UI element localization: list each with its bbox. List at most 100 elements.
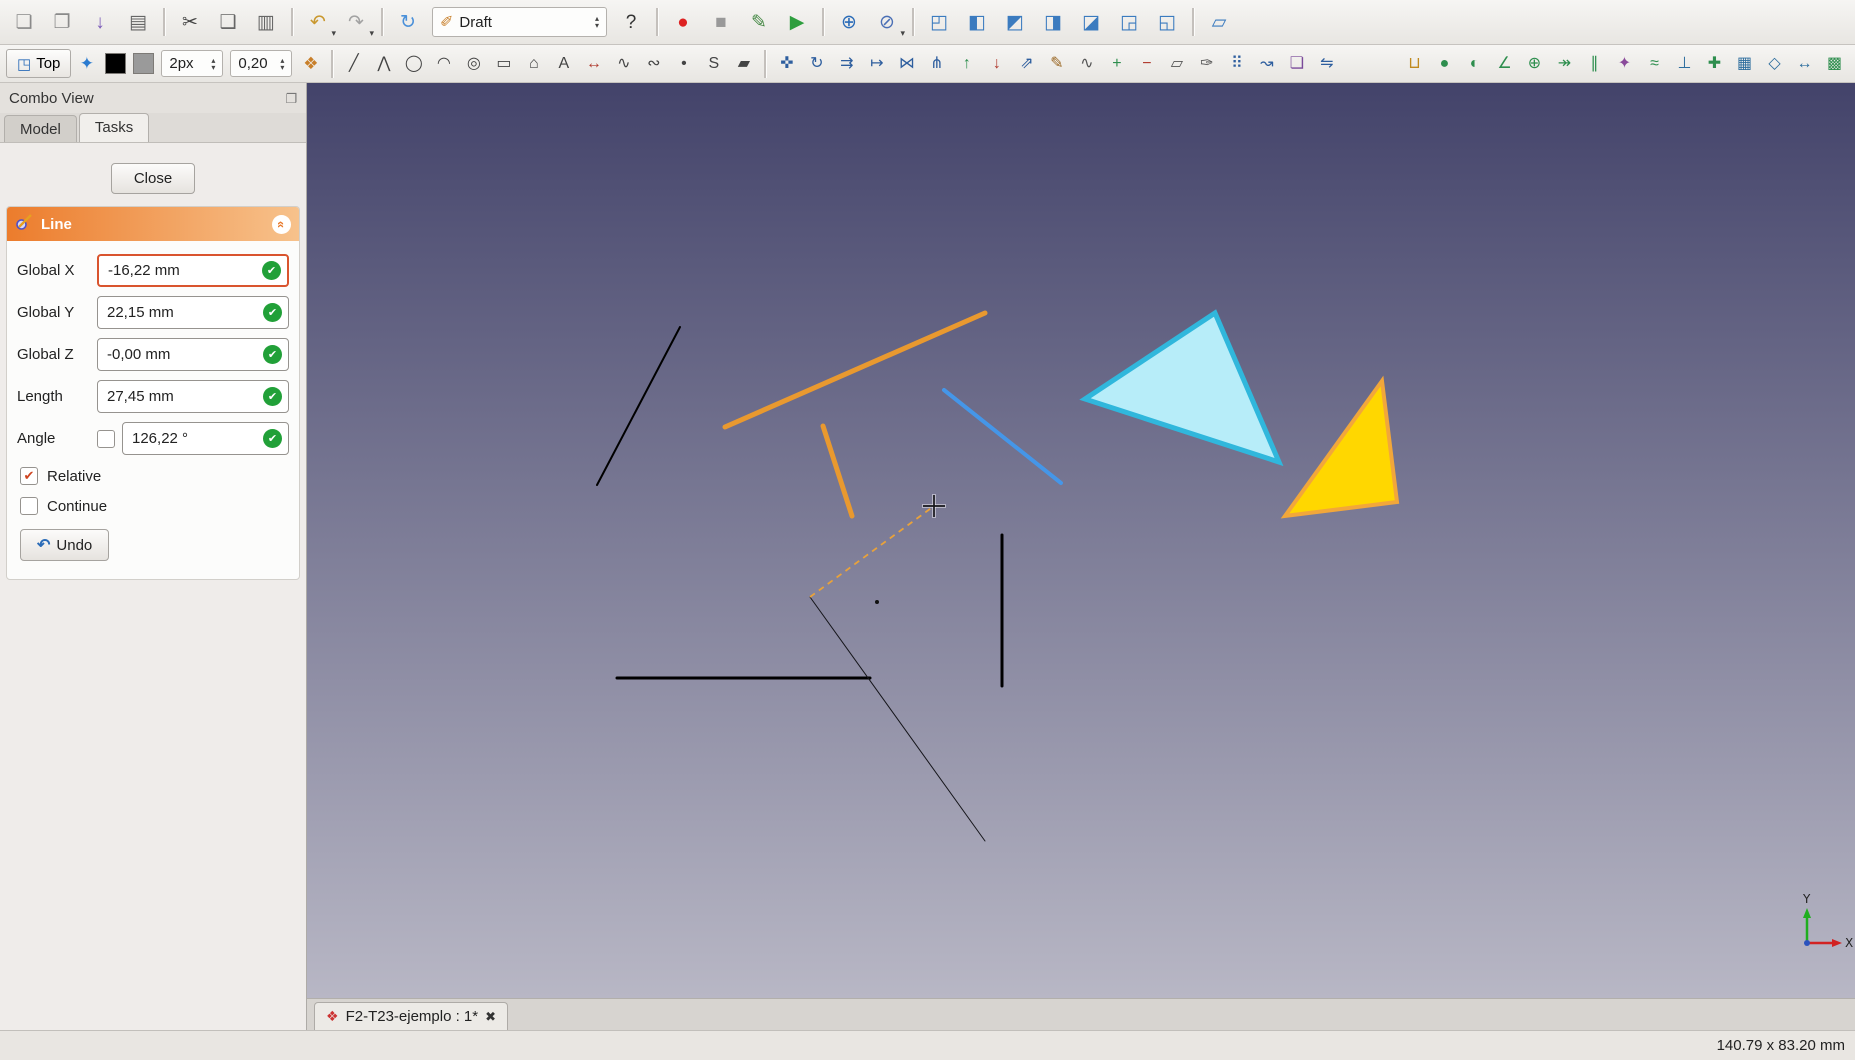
draft-ellipse-button[interactable]: ◎ [459, 49, 488, 78]
draft-upgrade-button[interactable]: ↑ [952, 49, 981, 78]
whats-this-button[interactable]: ? [613, 4, 649, 40]
close-button[interactable]: Close [110, 163, 196, 194]
triangle-cyan[interactable] [1079, 309, 1284, 467]
tab-tasks[interactable]: Tasks [78, 113, 150, 142]
combo-spinner-icon[interactable] [595, 15, 599, 29]
construction-mode-button[interactable] [72, 49, 101, 78]
snap-angle-button[interactable]: ∠ [1490, 49, 1519, 78]
view-front-button[interactable]: ◧ [959, 4, 995, 40]
workbench-selector[interactable]: Draft [432, 7, 607, 37]
paste-button[interactable]: ▥ [248, 4, 284, 40]
line-width-select[interactable]: 2px [161, 50, 224, 77]
3d-viewport[interactable]: YX [307, 83, 1855, 998]
open-document-button[interactable]: ❐ [44, 4, 80, 40]
cut-button[interactable]: ✂ [172, 4, 208, 40]
line-orange-short[interactable] [820, 423, 855, 519]
draft-bspline-button[interactable]: ∿ [609, 49, 638, 78]
global-x-input[interactable]: -16,22 mm [97, 254, 289, 287]
toggle-grid-button[interactable]: ▩ [1820, 49, 1849, 78]
global-y-input[interactable]: 22,15 mm [97, 296, 289, 329]
line-black-thin-diagonal[interactable] [809, 596, 986, 842]
angle-lock-checkbox[interactable] [97, 429, 115, 448]
collapse-task-icon[interactable] [272, 214, 291, 234]
draft-split-button[interactable]: ⋔ [922, 49, 951, 78]
draft-wire-button[interactable]: ⋀ [369, 49, 398, 78]
snap-lock-button[interactable]: ⊔ [1400, 49, 1429, 78]
text-scale-spinbox[interactable]: 0,20 [230, 50, 293, 77]
snap-intersection-button[interactable]: ✚ [1700, 49, 1729, 78]
line-width-spinner-icon[interactable] [211, 57, 215, 71]
draft-offset-button[interactable]: ⇉ [832, 49, 861, 78]
undo-button[interactable]: ↶ [300, 4, 336, 40]
copy-button[interactable]: ❑ [210, 4, 246, 40]
line-color-swatch[interactable] [105, 53, 127, 74]
draft-wire-to-bspline-button[interactable]: ∿ [1072, 49, 1101, 78]
line-orange-long[interactable] [722, 310, 988, 430]
refresh-button[interactable]: ↻ [390, 4, 426, 40]
length-input[interactable]: 27,45 mm [97, 380, 289, 413]
save-button[interactable]: ↓ [82, 4, 118, 40]
draft-remove-point-button[interactable]: − [1132, 49, 1161, 78]
macro-execute-button[interactable]: ▶ [779, 4, 815, 40]
draft-point-button[interactable]: • [669, 49, 698, 78]
snap-grid-button[interactable]: ▦ [1730, 49, 1759, 78]
triangle-yellow[interactable] [1280, 375, 1400, 519]
draft-clone-button[interactable]: ❏ [1282, 49, 1311, 78]
undo-button[interactable]: Undo [20, 529, 110, 561]
draft-point-object[interactable] [875, 600, 879, 604]
draft-circle-button[interactable]: ◯ [399, 49, 428, 78]
snap-dimensions-button[interactable]: ↔ [1790, 49, 1819, 78]
draft-downgrade-button[interactable]: ↓ [982, 49, 1011, 78]
zoom-fit-button[interactable]: ⊕ [831, 4, 867, 40]
snap-near-button[interactable]: ≈ [1640, 49, 1669, 78]
snap-ortho-button[interactable]: ⊥ [1670, 49, 1699, 78]
draft-facebinder-button[interactable]: ▰ [729, 49, 758, 78]
view-left-button[interactable]: ◱ [1149, 4, 1185, 40]
snap-working-plane-button[interactable]: ◇ [1760, 49, 1789, 78]
global-z-input[interactable]: -0,00 mm [97, 338, 289, 371]
line-blue[interactable] [942, 388, 1063, 485]
snap-endpoint-button[interactable]: ● [1430, 49, 1459, 78]
relative-checkbox[interactable] [20, 467, 38, 485]
document-tab[interactable]: F2-T23-ejemplo : 1* [314, 1002, 509, 1030]
snap-parallel-button[interactable]: ∥ [1580, 49, 1609, 78]
draft-line-button[interactable]: ╱ [339, 49, 368, 78]
tab-close-icon[interactable] [485, 1008, 496, 1025]
draft-text-button[interactable]: A [549, 49, 578, 78]
draft-rectangle-button[interactable]: ▭ [489, 49, 518, 78]
draft-scale-button[interactable]: ⇗ [1012, 49, 1041, 78]
snap-center-button[interactable]: ⊕ [1520, 49, 1549, 78]
new-document-button[interactable]: ❏ [6, 4, 42, 40]
print-button[interactable]: ▤ [120, 4, 156, 40]
panel-float-icon[interactable] [285, 90, 297, 107]
scene-canvas[interactable]: YX [307, 83, 1855, 998]
view-top-button[interactable]: ◩ [997, 4, 1033, 40]
tab-model[interactable]: Model [4, 115, 77, 142]
snap-midpoint-button[interactable]: ◐ [1460, 49, 1489, 78]
draw-style-button[interactable]: ⊘ [869, 4, 905, 40]
snap-special-button[interactable]: ✦ [1610, 49, 1639, 78]
macro-edit-button[interactable]: ✎ [741, 4, 777, 40]
snap-extension-button[interactable]: ↠ [1550, 49, 1579, 78]
draft-rotate-button[interactable]: ↻ [802, 49, 831, 78]
draft-add-point-button[interactable]: + [1102, 49, 1131, 78]
face-color-swatch[interactable] [133, 53, 155, 74]
macro-stop-button[interactable]: ■ [703, 4, 739, 40]
draft-polygon-button[interactable]: ⌂ [519, 49, 548, 78]
redo-button[interactable]: ↷ [338, 4, 374, 40]
draft-move-button[interactable]: ✜ [772, 49, 801, 78]
draft-bezier-button[interactable]: ∾ [639, 49, 668, 78]
view-bottom-button[interactable]: ◲ [1111, 4, 1147, 40]
continue-checkbox[interactable] [20, 497, 38, 515]
draft-edit-button[interactable]: ✎ [1042, 49, 1071, 78]
draft-shapestring-button[interactable]: S [699, 49, 728, 78]
working-plane-button[interactable]: Top [6, 49, 72, 78]
measure-button[interactable]: ▱ [1201, 4, 1237, 40]
view-isometric-button[interactable]: ◰ [921, 4, 957, 40]
text-scale-spinner-icon[interactable] [280, 57, 284, 71]
draft-path-array-button[interactable]: ↝ [1252, 49, 1281, 78]
macro-record-button[interactable]: ● [665, 4, 701, 40]
draft-arc-button[interactable]: ◠ [429, 49, 458, 78]
draft-shape2dview-button[interactable]: ▱ [1162, 49, 1191, 78]
draft-mirror-button[interactable]: ⇋ [1312, 49, 1341, 78]
